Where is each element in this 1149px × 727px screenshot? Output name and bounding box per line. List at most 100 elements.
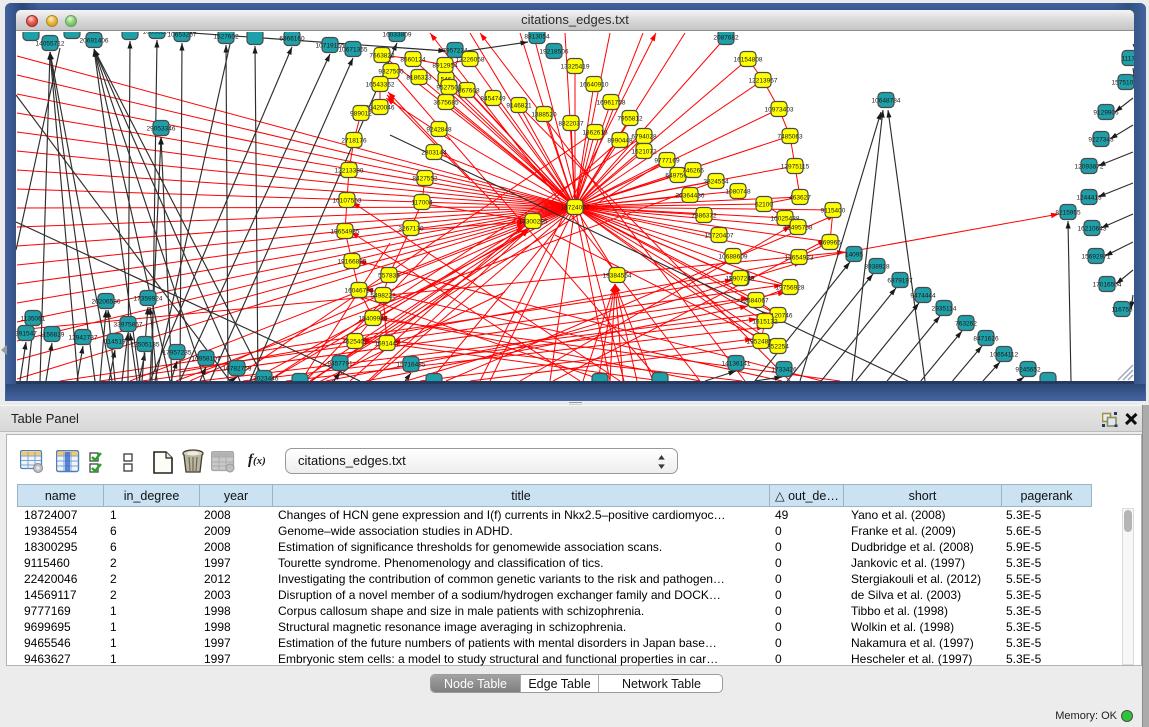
svg-text:9527508: 9527508	[436, 85, 462, 92]
svg-text:114519: 114519	[104, 339, 126, 346]
svg-text:8912954: 8912954	[432, 63, 458, 70]
svg-text:33975867: 33975867	[114, 322, 143, 329]
svg-text:8427552: 8427552	[412, 176, 438, 183]
svg-text:6794028: 6794028	[631, 134, 657, 141]
svg-text:969965: 969965	[819, 240, 841, 247]
svg-text:16961758: 16961758	[597, 100, 626, 107]
svg-text:6966160: 6966160	[279, 36, 305, 43]
svg-text:20364436: 20364436	[676, 193, 705, 200]
svg-text:2803144: 2803144	[421, 150, 447, 157]
svg-text:18907249: 18907249	[726, 276, 755, 283]
svg-text:9777169: 9777169	[654, 158, 680, 165]
svg-text:12942737: 12942737	[69, 335, 98, 342]
svg-text:9129906: 9129906	[1093, 110, 1119, 117]
svg-text:9327500: 9327500	[378, 69, 404, 76]
svg-text:3684067: 3684067	[743, 298, 769, 305]
svg-text:2935114: 2935114	[932, 306, 957, 313]
svg-text:16640910: 16640910	[580, 82, 609, 89]
svg-text:12023446: 12023446	[250, 376, 279, 382]
svg-text:10958107: 10958107	[192, 356, 221, 363]
svg-text:8660124: 8660124	[400, 57, 426, 64]
svg-text:8990448: 8990448	[607, 138, 633, 145]
svg-text:391547: 391547	[16, 331, 37, 338]
svg-text:763262: 763262	[955, 321, 977, 328]
svg-text:1080748: 1080748	[725, 189, 751, 196]
svg-text:29053346: 29053346	[147, 126, 176, 133]
svg-text:1621072: 1621072	[631, 149, 657, 156]
svg-text:5498222: 5498222	[370, 293, 396, 300]
svg-text:16782759: 16782759	[223, 366, 252, 373]
svg-text:12213389: 12213389	[335, 168, 364, 175]
svg-text:9227343: 9227343	[1088, 137, 1114, 144]
svg-text:1691447: 1691447	[374, 341, 400, 348]
svg-text:8322037: 8322037	[558, 121, 584, 128]
svg-text:14095: 14095	[845, 252, 863, 259]
svg-text:116753: 116753	[1111, 307, 1133, 314]
svg-text:15720407: 15720407	[705, 233, 734, 240]
svg-text:13226058: 13226058	[456, 57, 485, 64]
svg-text:19166825: 19166825	[338, 259, 367, 266]
svg-text:8215955: 8215955	[1055, 210, 1081, 217]
svg-text:8938928: 8938928	[864, 264, 890, 271]
svg-text:10648784: 10648784	[872, 98, 901, 105]
svg-text:1135061: 1135061	[21, 316, 46, 323]
svg-text:9457791: 9457791	[327, 361, 353, 368]
svg-text:117004: 117004	[411, 200, 433, 207]
svg-text:19654985: 19654985	[331, 229, 360, 236]
svg-text:17957235: 17957235	[163, 350, 192, 357]
svg-text:20206536: 20206536	[92, 299, 121, 306]
svg-text:746266: 746266	[682, 168, 704, 175]
svg-text:1733426: 1733426	[771, 367, 797, 374]
svg-text:14136141: 14136141	[722, 361, 751, 368]
svg-text:1156829: 1156829	[40, 332, 65, 339]
svg-text:10654112: 10654112	[990, 352, 1019, 359]
svg-text:10688609: 10688609	[719, 254, 748, 261]
svg-text:15751074: 15751074	[1112, 80, 1134, 87]
svg-text:12213967: 12213967	[749, 78, 778, 85]
svg-text:1362615: 1362615	[582, 130, 608, 137]
svg-text:9242848: 9242848	[426, 127, 452, 134]
svg-text:20691406: 20691406	[80, 38, 109, 45]
svg-text:19384554: 19384554	[603, 273, 632, 280]
svg-text:252254: 252254	[767, 344, 789, 351]
svg-text:12505135: 12505135	[131, 342, 160, 349]
svg-text:12093872: 12093872	[1075, 164, 1104, 171]
svg-text:2087682: 2087682	[713, 35, 739, 42]
svg-text:15692971: 15692971	[1082, 254, 1111, 261]
svg-text:8813054: 8813054	[524, 34, 550, 41]
svg-text:15716485: 15716485	[397, 362, 426, 369]
svg-text:1527602: 1527602	[213, 34, 239, 41]
svg-text:3267130: 3267130	[398, 226, 424, 233]
svg-text:9474444: 9474444	[910, 293, 936, 300]
svg-text:8471626: 8471626	[973, 336, 999, 343]
svg-text:9245652: 9245652	[1015, 367, 1041, 374]
svg-text:12975115: 12975115	[781, 164, 810, 171]
svg-text:7485063: 7485063	[777, 134, 803, 141]
svg-text:16210643: 16210643	[1078, 226, 1107, 233]
svg-text:10671355: 10671355	[339, 47, 368, 54]
svg-text:17359924: 17359924	[134, 296, 163, 303]
svg-text:11174: 11174	[1121, 56, 1134, 63]
svg-text:10653267: 10653267	[168, 32, 197, 39]
svg-text:10973403: 10973403	[765, 107, 794, 114]
svg-text:9146821: 9146821	[506, 103, 532, 110]
svg-text:17016504: 17016504	[1093, 282, 1122, 289]
svg-text:2718176: 2718176	[341, 138, 367, 145]
svg-text:1615132: 1615132	[752, 319, 778, 326]
svg-text:1244413: 1244413	[1076, 195, 1102, 202]
svg-text:1388520: 1388520	[531, 112, 557, 119]
svg-text:16033809: 16033809	[383, 32, 412, 39]
svg-text:16154808: 16154808	[734, 57, 763, 64]
svg-text:8186323: 8186323	[406, 75, 432, 82]
svg-text:6879197: 6879197	[887, 278, 913, 285]
svg-text:10107553: 10107553	[333, 198, 362, 205]
svg-text:7386372: 7386372	[691, 213, 717, 220]
svg-text:18724007: 18724007	[561, 205, 590, 212]
svg-text:7663822: 7663822	[369, 53, 395, 60]
svg-text:12495758: 12495758	[784, 225, 813, 232]
svg-text:18300295: 18300295	[519, 219, 548, 226]
svg-text:16543362: 16543362	[366, 82, 395, 89]
svg-text:19756928: 19756928	[776, 285, 805, 292]
svg-text:19218506: 19218506	[540, 49, 569, 56]
svg-text:14055712: 14055712	[36, 41, 65, 48]
